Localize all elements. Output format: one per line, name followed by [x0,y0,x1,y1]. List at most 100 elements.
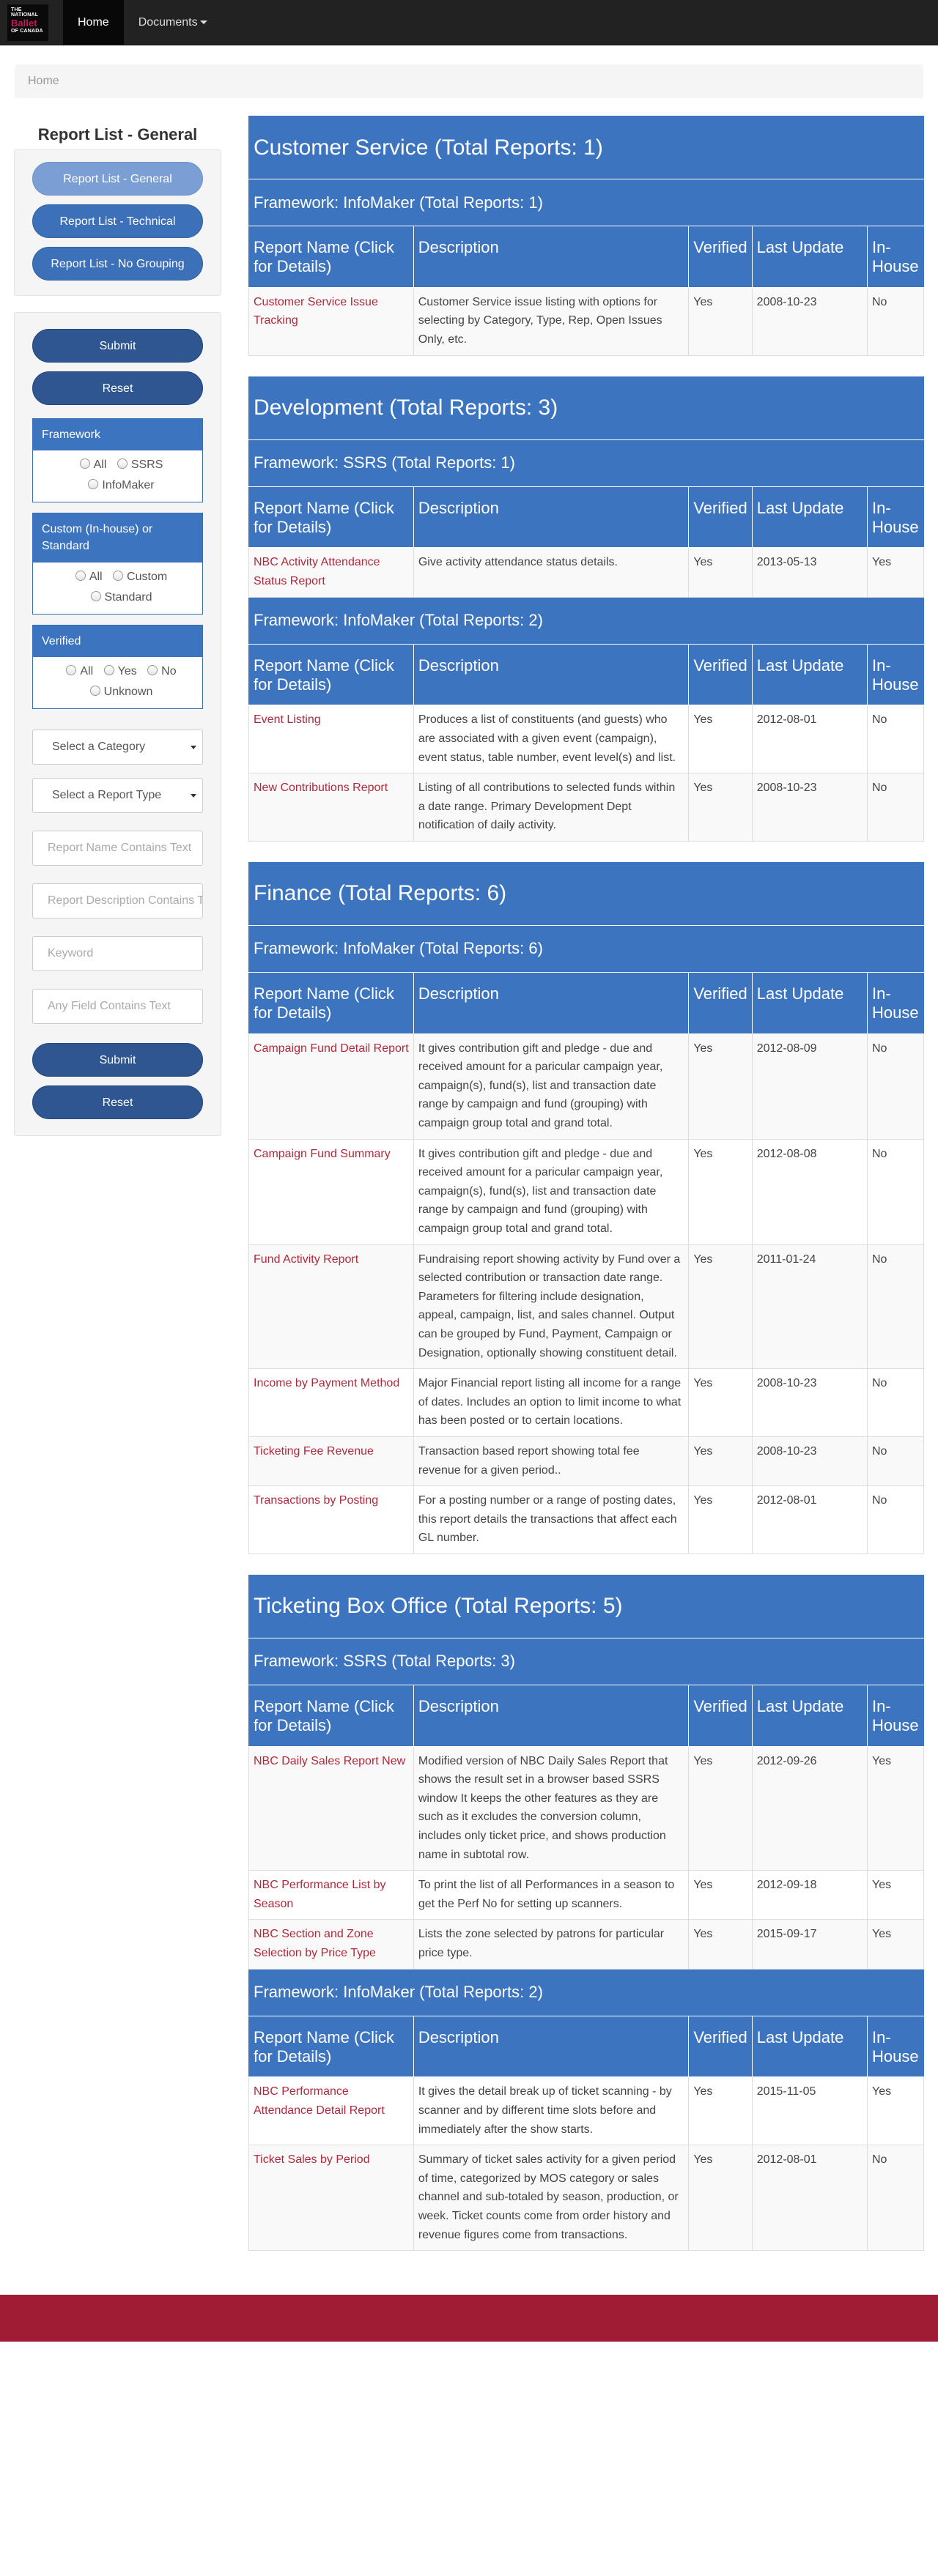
report-name-link[interactable]: NBC Activity Attendance Status Report [254,556,380,587]
framework-title: Framework: InfoMaker (Total Reports: 2) [248,596,924,645]
report-name-link[interactable]: Income by Payment Method [254,1377,399,1389]
submit-button-top[interactable]: Submit [32,329,203,363]
keyword-input[interactable]: Keyword [32,935,203,971]
report-name-link[interactable]: Ticketing Fee Revenue [254,1445,374,1458]
report-name-link[interactable]: Event Listing [254,713,321,726]
verified-all-label: All [80,664,94,678]
verified-cell: Yes [688,1745,753,1871]
verified-no-radio[interactable] [147,664,158,675]
submit-button-bottom[interactable]: Submit [32,1042,203,1077]
nav-documents-dropdown[interactable]: Documents [124,0,222,45]
report-name-link[interactable]: Fund Activity Report [254,1253,358,1266]
verified-cell: Yes [688,1033,753,1140]
description-cell: Fundraising report showing activity by F… [413,1244,690,1370]
report-name-link[interactable]: Ticket Sales by Period [254,2153,370,2166]
report-list-no-grouping-button[interactable]: Report List - No Grouping [32,247,203,281]
verified-cell: Yes [688,2145,753,2252]
header-last-update: Last Update [751,486,868,549]
breadcrumb: Home [15,64,923,98]
report-name-cell: Ticket Sales by Period [248,2145,414,2252]
verified-unknown-radio[interactable] [89,685,100,696]
framework-all-radio[interactable] [79,459,90,469]
nav-home-label: Home [78,15,109,29]
table-row: NBC Daily Sales Report New Modified versi… [248,1745,925,1871]
header-in-house: In-House [866,644,925,706]
framework-ssrs-label: SSRS [130,459,163,472]
report-type-select[interactable]: Select a Report Type [32,777,203,813]
verified-cell: Yes [688,705,753,774]
framework-infomaker-radio[interactable] [88,479,99,490]
header-verified: Verified [688,486,753,549]
framework-title: Framework: InfoMaker (Total Reports: 6) [248,924,924,973]
header-last-update: Last Update [751,1685,868,1747]
national-ballet-logo[interactable]: THE NATIONAL Ballet OF CANADA [7,4,48,41]
custom-all-label: All [89,570,103,583]
in-house-cell: No [866,1138,925,1245]
framework-title: Framework: InfoMaker (Total Reports: 1) [248,179,924,226]
in-house-cell: No [866,1436,925,1487]
header-report-name: Report Name (Click for Details) [248,486,414,549]
last-update-cell: 2015-09-17 [751,1919,868,1970]
in-house-cell: No [866,1368,925,1437]
report-name-input[interactable]: Report Name Contains Text [32,830,203,866]
verified-all-radio[interactable] [66,664,77,675]
custom-custom-radio[interactable] [113,570,124,581]
report-name-link[interactable]: Campaign Fund Summary [254,1148,391,1160]
framework-filter: Framework All SSRS InfoMaker [32,418,203,503]
custom-all-radio[interactable] [75,570,86,581]
report-name-link[interactable]: NBC Daily Sales Report New [254,1755,405,1767]
description-cell: For a posting number or a range of posti… [413,1485,690,1554]
table-row: Customer Service Issue Tracking Customer … [248,286,925,356]
report-name-cell: NBC Performance List by Season [248,1870,414,1920]
report-name-link[interactable]: Campaign Fund Detail Report [254,1042,409,1055]
report-name-link[interactable]: Customer Service Issue Tracking [254,296,378,327]
report-name-cell: Income by Payment Method [248,1368,414,1437]
report-section: Ticketing Box Office (Total Reports: 5) F… [248,1574,925,2252]
reset-button-bottom[interactable]: Reset [32,1085,203,1119]
breadcrumb-home[interactable]: Home [28,75,59,88]
brand[interactable]: THE NATIONAL Ballet OF CANADA [0,0,63,45]
table-row: Ticket Sales by Period Summary of ticket … [248,2145,925,2252]
nav-home[interactable]: Home [63,0,124,45]
report-section: Development (Total Reports: 3) Framework:… [248,376,925,842]
verified-cell: Yes [688,1870,753,1920]
verified-filter-title: Verified [33,625,202,657]
report-description-input[interactable]: Report Description Contains Text [32,883,203,918]
reset-button-top[interactable]: Reset [32,371,203,405]
header-in-house: In-House [866,1685,925,1747]
category-select[interactable]: Select a Category [32,729,203,765]
report-section: Customer Service (Total Reports: 1) Frame… [248,116,925,356]
verified-yes-radio[interactable] [103,664,114,675]
verified-no-label: No [161,664,177,678]
any-field-input[interactable]: Any Field Contains Text [32,988,203,1024]
description-cell: Modified version of NBC Daily Sales Repo… [413,1745,690,1871]
custom-standard-label: Standard [104,590,152,604]
last-update-cell: 2008-10-23 [751,1436,868,1487]
report-name-link[interactable]: NBC Performance Attendance Detail Report [254,2085,385,2117]
custom-custom-label: Custom [127,570,168,583]
last-update-cell: 2012-08-01 [751,2145,868,2252]
in-house-cell: No [866,705,925,774]
custom-standard-radio[interactable] [90,590,101,601]
report-name-cell: New Contributions Report [248,773,414,842]
report-name-cell: Campaign Fund Summary [248,1138,414,1245]
report-list-nav: Report List - General Report List - Tech… [14,149,221,296]
report-table: Development (Total Reports: 3) Framework:… [248,376,925,842]
header-in-house: In-House [866,486,925,549]
logo-line-1: THE [11,7,22,12]
report-list-technical-button[interactable]: Report List - Technical [32,204,203,238]
report-list-general-button[interactable]: Report List - General [32,162,203,196]
report-name-link[interactable]: New Contributions Report [254,782,388,794]
table-row: NBC Section and Zone Selection by Price … [248,1919,925,1970]
header-last-update: Last Update [751,644,868,706]
description-cell: To print the list of all Performances in… [413,1870,690,1920]
header-description: Description [413,486,690,549]
description-cell: It gives contribution gift and pledge - … [413,1138,690,1245]
table-row: New Contributions Report Listing of all c… [248,773,925,842]
report-name-link[interactable]: NBC Performance List by Season [254,1879,386,1910]
report-name-link[interactable]: NBC Section and Zone Selection by Price … [254,1928,376,1959]
dropdown-arrow-icon [191,745,196,749]
report-name-link[interactable]: Transactions by Posting [254,1494,378,1507]
last-update-cell: 2015-11-05 [751,2076,868,2146]
framework-ssrs-radio[interactable] [117,459,128,469]
